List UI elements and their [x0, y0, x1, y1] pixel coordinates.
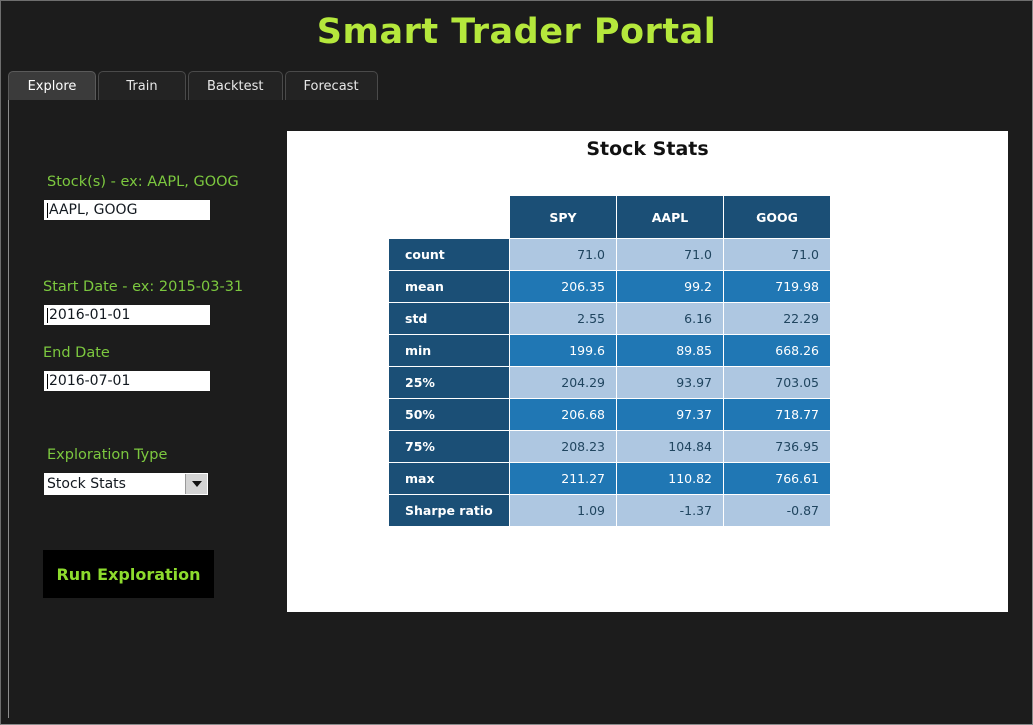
stocks-field-group: Stock(s) - ex: AAPL, GOOG AAPL, GOOG [43, 174, 239, 221]
table-row: 25% 204.29 93.97 703.05 [388, 366, 831, 399]
cell-sharpe-goog: -0.87 [723, 494, 831, 527]
tab-backtest-label: Backtest [207, 79, 264, 94]
row-header-max: max [388, 462, 510, 495]
column-header-goog: GOOG [723, 195, 831, 239]
end-date-input-value: 2016-07-01 [49, 373, 131, 389]
cell-25pct-spy: 204.29 [509, 366, 617, 399]
cell-25pct-aapl: 93.97 [616, 366, 724, 399]
result-panel: Stock Stats SPY AAPL GOOG count 71.0 71.… [287, 131, 1008, 612]
table-row: count 71.0 71.0 71.0 [388, 238, 831, 271]
tab-forecast-label: Forecast [303, 79, 359, 94]
row-header-min: min [388, 334, 510, 367]
cell-sharpe-spy: 1.09 [509, 494, 617, 527]
table-row: mean 206.35 99.2 719.98 [388, 270, 831, 303]
row-header-sharpe-ratio: Sharpe ratio [388, 494, 510, 527]
stocks-label: Stock(s) - ex: AAPL, GOOG [47, 174, 239, 190]
run-exploration-label: Run Exploration [56, 564, 201, 584]
table-row: 75% 208.23 104.84 736.95 [388, 430, 831, 463]
cell-75pct-goog: 736.95 [723, 430, 831, 463]
table-header-row: SPY AAPL GOOG [388, 195, 831, 239]
cell-std-spy: 2.55 [509, 302, 617, 335]
table-row: Sharpe ratio 1.09 -1.37 -0.87 [388, 494, 831, 527]
table-head: SPY AAPL GOOG [388, 195, 831, 239]
end-date-label: End Date [43, 345, 110, 361]
cell-std-aapl: 6.16 [616, 302, 724, 335]
column-header-spy: SPY [509, 195, 617, 239]
exploration-type-select[interactable]: Stock Stats [43, 472, 209, 496]
cell-min-aapl: 89.85 [616, 334, 724, 367]
exploration-type-field-group: Exploration Type Stock Stats [43, 447, 209, 496]
stocks-input-value: AAPL, GOOG [49, 202, 138, 218]
cell-50pct-aapl: 97.37 [616, 398, 724, 431]
row-header-count: count [388, 238, 510, 271]
table-corner-cell [388, 195, 510, 239]
cell-count-goog: 71.0 [723, 238, 831, 271]
cell-mean-aapl: 99.2 [616, 270, 724, 303]
tab-bar: Explore Train Backtest Forecast [8, 69, 380, 101]
row-header-mean: mean [388, 270, 510, 303]
tab-explore[interactable]: Explore [8, 71, 96, 101]
tab-explore-label: Explore [27, 79, 77, 94]
start-date-field-group: Start Date - ex: 2015-03-31 2016-01-01 [43, 279, 243, 326]
text-caret [47, 307, 48, 323]
tab-train[interactable]: Train [98, 71, 186, 101]
tab-backtest[interactable]: Backtest [188, 71, 283, 101]
column-header-aapl: AAPL [616, 195, 724, 239]
cell-sharpe-aapl: -1.37 [616, 494, 724, 527]
table-row: min 199.6 89.85 668.26 [388, 334, 831, 367]
cell-min-goog: 668.26 [723, 334, 831, 367]
result-title: Stock Stats [586, 138, 709, 160]
table-row: std 2.55 6.16 22.29 [388, 302, 831, 335]
exploration-type-value: Stock Stats [47, 476, 126, 492]
text-caret [47, 202, 48, 218]
cell-max-goog: 766.61 [723, 462, 831, 495]
cell-count-spy: 71.0 [509, 238, 617, 271]
exploration-type-label: Exploration Type [47, 447, 168, 463]
row-header-25pct: 25% [388, 366, 510, 399]
tab-forecast[interactable]: Forecast [284, 71, 378, 101]
title-bar: Smart Trader Portal [1, 1, 1032, 63]
cell-50pct-spy: 206.68 [509, 398, 617, 431]
start-date-input[interactable]: 2016-01-01 [43, 304, 211, 326]
cell-75pct-aapl: 104.84 [616, 430, 724, 463]
table-row: max 211.27 110.82 766.61 [388, 462, 831, 495]
cell-50pct-goog: 718.77 [723, 398, 831, 431]
stock-stats-table: SPY AAPL GOOG count 71.0 71.0 71.0 mean … [388, 195, 831, 527]
cell-mean-spy: 206.35 [509, 270, 617, 303]
start-date-label: Start Date - ex: 2015-03-31 [43, 279, 244, 295]
table-body: count 71.0 71.0 71.0 mean 206.35 99.2 71… [388, 238, 831, 527]
cell-25pct-goog: 703.05 [723, 366, 831, 399]
end-date-field-group: End Date 2016-07-01 [43, 345, 211, 392]
cell-max-spy: 211.27 [509, 462, 617, 495]
cell-std-goog: 22.29 [723, 302, 831, 335]
row-header-75pct: 75% [388, 430, 510, 463]
chevron-down-icon[interactable] [185, 474, 207, 494]
tab-train-label: Train [126, 79, 158, 94]
app-window: Smart Trader Portal Explore Train Backte… [0, 0, 1033, 725]
start-date-input-value: 2016-01-01 [49, 307, 131, 323]
cell-75pct-spy: 208.23 [509, 430, 617, 463]
table-row: 50% 206.68 97.37 718.77 [388, 398, 831, 431]
cell-mean-goog: 719.98 [723, 270, 831, 303]
stocks-input[interactable]: AAPL, GOOG [43, 199, 211, 221]
cell-count-aapl: 71.0 [616, 238, 724, 271]
cell-max-aapl: 110.82 [616, 462, 724, 495]
caret-down-glyph [191, 481, 202, 487]
cell-min-spy: 199.6 [509, 334, 617, 367]
text-caret [47, 373, 48, 389]
row-header-std: std [388, 302, 510, 335]
content-area: Stock(s) - ex: AAPL, GOOG AAPL, GOOG Sta… [8, 100, 1026, 718]
end-date-input[interactable]: 2016-07-01 [43, 370, 211, 392]
page-title: Smart Trader Portal [316, 12, 717, 52]
run-exploration-button[interactable]: Run Exploration [43, 550, 214, 598]
row-header-50pct: 50% [388, 398, 510, 431]
